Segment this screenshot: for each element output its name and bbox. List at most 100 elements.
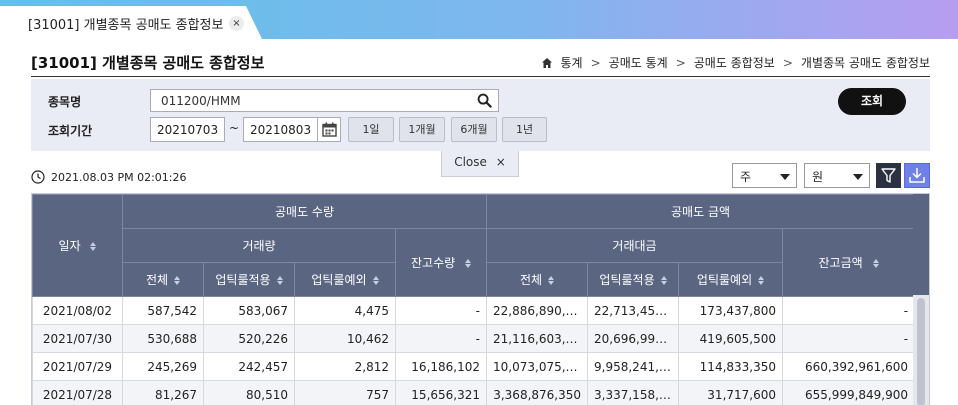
breadcrumb: 통계 > 공매도 통계 > 공매도 종합정보 > 개별종목 공매도 종합정보: [541, 54, 930, 71]
chevron-down-icon: [853, 174, 863, 180]
period-1y-button[interactable]: 1년: [502, 117, 547, 142]
breadcrumb-item-short-summary[interactable]: 공매도 종합정보: [694, 54, 775, 71]
sort-icon: [372, 276, 379, 285]
filter-button[interactable]: [876, 163, 901, 188]
cell-amount-uptick-exempt: 114,833,350: [678, 352, 784, 381]
clock-icon: [31, 170, 45, 184]
timestamp: 2021.08.03 PM 02:01:26: [51, 170, 187, 184]
col-group-short-amount: 공매도 금액: [486, 194, 916, 229]
cell-volume-uptick-exempt: 10,462: [294, 324, 396, 353]
cell-amount-uptick-exempt: 31,717,600: [678, 380, 784, 405]
cell-amount-total: 21,116,603,0...: [486, 324, 589, 353]
table-row[interactable]: 2021/07/28 81,267 80,510 757 15,656,321 …: [32, 380, 916, 405]
cell-balance-amount: -: [782, 296, 916, 325]
cell-balance-amount: 660,392,961,600: [782, 352, 916, 381]
cell-volume-uptick-applied: 80,510: [203, 380, 295, 405]
col-date[interactable]: 일자: [32, 194, 123, 297]
period-6m-button[interactable]: 6개월: [451, 117, 497, 142]
cell-amount-total: 3,368,876,350: [486, 380, 589, 405]
col-balance-volume[interactable]: 잔고수량: [394, 228, 488, 297]
sort-icon: [758, 276, 765, 285]
calendar-button[interactable]: [317, 117, 341, 142]
date-from-input[interactable]: 20210703: [150, 117, 225, 142]
col-amount-uptick-exempt[interactable]: 업틱룰예외: [678, 262, 784, 297]
cell-balance-amount: 655,999,849,900: [782, 380, 916, 405]
sort-icon: [548, 276, 555, 285]
tab-bar: [31001] 개별종목 공매도 종합정보 ×: [0, 0, 958, 39]
breadcrumb-item-short-stats[interactable]: 공매도 통계: [609, 54, 668, 71]
breadcrumb-separator: >: [675, 55, 686, 70]
home-icon[interactable]: [541, 57, 553, 69]
breadcrumb-separator: >: [590, 55, 601, 70]
cell-volume-uptick-exempt: 4,475: [294, 296, 396, 325]
scrollbar-header-filler: [913, 194, 929, 295]
data-grid: 일자 공매도 수량 공매도 금액 거래량 잔고수량 거래대금 잔고금액 전체 업…: [31, 193, 930, 405]
unit-period-select[interactable]: 주: [732, 163, 797, 188]
cell-amount-uptick-applied: 9,958,241,8...: [587, 352, 680, 381]
cell-amount-total: 10,073,075,1...: [486, 352, 589, 381]
cell-amount-total: 22,886,890,7...: [486, 296, 589, 325]
breadcrumb-item-current: 개별종목 공매도 종합정보: [800, 56, 930, 70]
col-amount-uptick-applied[interactable]: 업틱룰적용: [587, 262, 680, 297]
tab-close-icon[interactable]: ×: [229, 16, 244, 31]
cell-amount-uptick-applied: 22,713,452,...: [587, 296, 680, 325]
table-row[interactable]: 2021/07/29 245,269 242,457 2,812 16,186,…: [32, 352, 916, 381]
filter-icon: [881, 168, 896, 183]
unit-currency-select[interactable]: 원: [804, 163, 870, 188]
col-volume-uptick-exempt[interactable]: 업틱룰예외: [294, 262, 396, 297]
col-balance-amount[interactable]: 잔고금액: [782, 228, 916, 297]
cell-date: 2021/07/28: [32, 380, 123, 405]
cell-volume-total: 245,269: [122, 352, 204, 381]
sort-icon: [276, 276, 283, 285]
unit-currency-value: 원: [812, 170, 824, 184]
sort-icon: [465, 259, 471, 268]
cell-amount-uptick-exempt: 419,605,500: [678, 324, 784, 353]
cell-balance-volume: -: [394, 324, 488, 353]
sort-icon: [872, 259, 879, 268]
cell-date: 2021/08/02: [32, 296, 123, 325]
cell-volume-total: 587,542: [122, 296, 204, 325]
scrollbar-thumb[interactable]: [917, 298, 925, 405]
search-icon[interactable]: [477, 93, 492, 108]
tab-title: [31001] 개별종목 공매도 종합정보: [28, 18, 224, 33]
col-volume-uptick-applied[interactable]: 업틱룰적용: [203, 262, 295, 297]
panel-close-button[interactable]: Close ×: [441, 151, 519, 177]
cell-amount-uptick-applied: 20,696,997,...: [587, 324, 680, 353]
unit-period-value: 주: [740, 170, 752, 184]
sort-icon: [660, 276, 667, 285]
header-divider: [31, 76, 930, 77]
sort-icon: [90, 242, 97, 251]
stock-search-value: 011200/HMM: [161, 94, 241, 108]
cell-amount-uptick-applied: 3,337,158,7...: [587, 380, 680, 405]
download-button[interactable]: [904, 163, 930, 188]
stock-search-input[interactable]: 011200/HMM: [150, 89, 499, 112]
cell-volume-uptick-exempt: 757: [294, 380, 396, 405]
calendar-icon: [322, 122, 337, 137]
stock-label: 종목명: [48, 95, 82, 109]
period-1m-button[interactable]: 1개월: [399, 117, 445, 142]
period-label: 조회기간: [48, 124, 93, 138]
query-button[interactable]: 조회: [838, 88, 906, 115]
period-1d-button[interactable]: 1일: [348, 117, 394, 142]
cell-volume-uptick-exempt: 2,812: [294, 352, 396, 381]
cell-balance-volume: 15,656,321: [394, 380, 488, 405]
cell-volume-total: 81,267: [122, 380, 204, 405]
close-icon: ×: [495, 155, 506, 169]
tab-active[interactable]: [31001] 개별종목 공매도 종합정보 ×: [0, 6, 262, 39]
cell-volume-total: 530,688: [122, 324, 204, 353]
table-row[interactable]: 2021/08/02 587,542 583,067 4,475 - 22,88…: [32, 296, 916, 325]
download-icon: [909, 168, 925, 183]
col-amount-total[interactable]: 전체: [486, 262, 589, 297]
table-row[interactable]: 2021/07/30 530,688 520,226 10,462 - 21,1…: [32, 324, 916, 353]
cell-volume-uptick-applied: 242,457: [203, 352, 295, 381]
col-group-trade-volume: 거래량: [122, 228, 396, 263]
cell-balance-volume: -: [394, 296, 488, 325]
date-to-input[interactable]: 20210803: [243, 117, 318, 142]
cell-volume-uptick-applied: 520,226: [203, 324, 295, 353]
cell-date: 2021/07/30: [32, 324, 123, 353]
col-volume-total[interactable]: 전체: [122, 262, 204, 297]
cell-balance-amount: -: [782, 324, 916, 353]
panel-close-label: Close: [454, 155, 487, 169]
chevron-down-icon: [780, 174, 790, 180]
breadcrumb-item-stats[interactable]: 통계: [561, 54, 583, 71]
